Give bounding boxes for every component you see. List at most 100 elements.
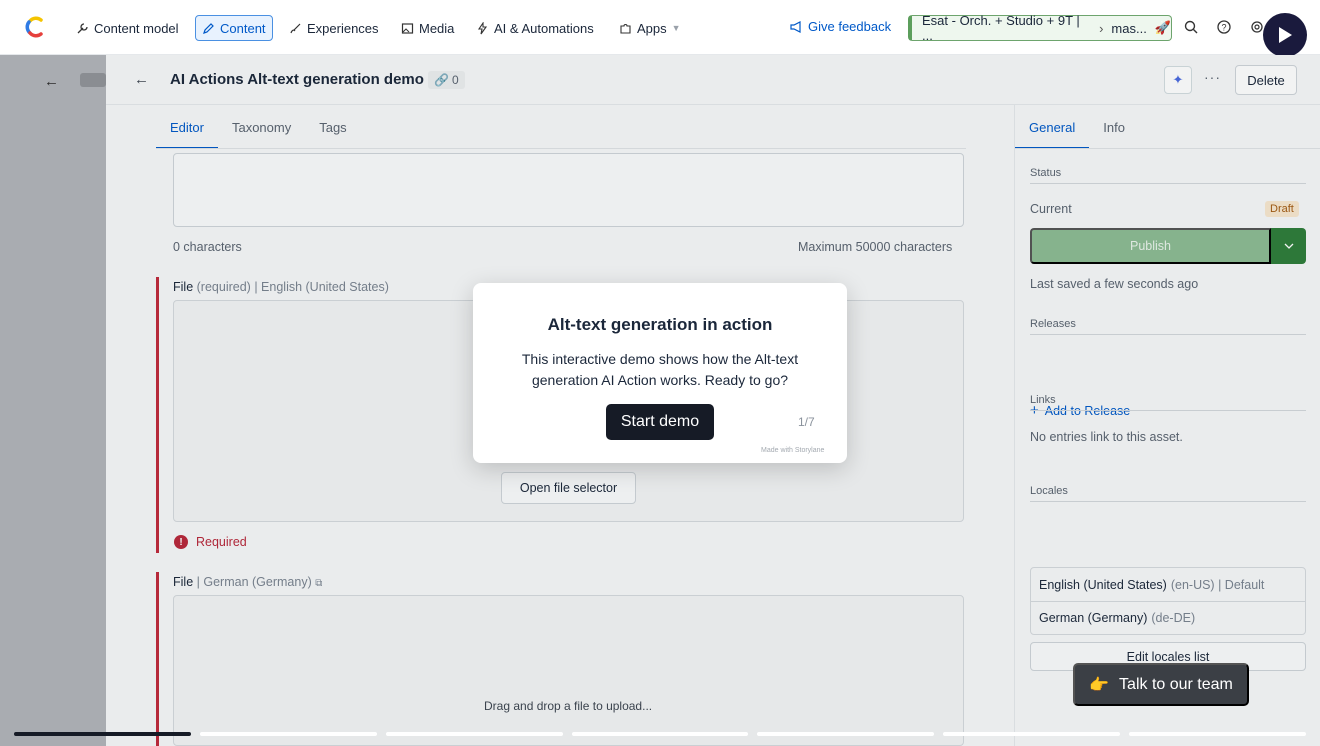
tabs-divider <box>156 148 966 149</box>
locale-label: German (Germany) <box>203 575 312 589</box>
file-dropzone-de[interactable] <box>173 595 964 746</box>
tab-taxonomy[interactable]: Taxonomy <box>218 109 305 149</box>
play-icon <box>1279 27 1292 43</box>
background-page: ← <box>0 55 106 746</box>
demo-progress-bar <box>14 732 1307 736</box>
contentful-logo-icon[interactable] <box>24 16 46 38</box>
start-demo-button[interactable]: Start demo <box>606 404 714 440</box>
locale-detail: (de-DE) <box>1151 611 1196 625</box>
locale-detail: (en-US) | Default <box>1170 577 1265 592</box>
required-label: (required) <box>196 280 251 294</box>
tab-general[interactable]: General <box>1015 109 1090 149</box>
text-field-input[interactable] <box>173 153 964 227</box>
entry-header: ← AI Actions Alt-text generation demo 🔗 … <box>106 55 1320 105</box>
nav-media[interactable]: Media <box>395 15 460 41</box>
locale-label: English (United States) <box>261 280 389 294</box>
sidebar-tabs: General Info <box>1015 109 1139 149</box>
modal-title: Alt-text generation in action <box>547 315 773 334</box>
character-limit: Maximum 50000 characters <box>798 240 953 254</box>
releases-heading: Releases <box>1030 318 1306 335</box>
drag-drop-hint: Drag and drop a file to upload... <box>484 699 653 713</box>
feedback-label: Give feedback <box>808 19 892 34</box>
file-field-label-en: File (required) | English (United States… <box>173 280 389 294</box>
link-icon: 🔗 <box>434 73 449 87</box>
progress-segment[interactable] <box>757 732 935 736</box>
progress-segment[interactable] <box>14 732 191 736</box>
links-heading: Links <box>1030 394 1306 411</box>
error-icon: ! <box>174 535 188 549</box>
tab-tags[interactable]: Tags <box>305 109 360 149</box>
chevron-right-icon: › <box>1099 20 1104 36</box>
locale-name: German (Germany) <box>1039 611 1148 625</box>
demo-play-button[interactable] <box>1263 13 1307 57</box>
error-text: Required <box>196 535 247 549</box>
lightning-icon <box>477 21 488 34</box>
nav-experiences[interactable]: Experiences <box>283 15 385 41</box>
locale-item: German (Germany) (de-DE) <box>1031 601 1305 634</box>
chevron-down-icon <box>1284 243 1293 249</box>
wrench-icon <box>77 22 88 33</box>
last-saved-text: Last saved a few seconds ago <box>1030 277 1199 291</box>
nav-content[interactable]: Content <box>195 15 273 41</box>
link-count: 0 <box>451 73 459 87</box>
environment-name: Esat - Orch. + Studio + 9T | ... <box>922 13 1080 43</box>
nav-ai-automations[interactable]: AI & Automations <box>470 15 600 41</box>
required-field-marker <box>156 277 159 553</box>
progress-segment[interactable] <box>199 732 377 736</box>
help-icon[interactable]: ? <box>1216 19 1232 35</box>
rocket-icon: 🚀 <box>1154 20 1171 35</box>
translate-icon: ⧉ <box>315 578 323 589</box>
locales-heading: Locales <box>1030 485 1306 502</box>
talk-label: Talk to our team <box>1119 675 1233 693</box>
delete-button[interactable]: Delete <box>1235 65 1297 95</box>
step-counter: 1/7 <box>798 415 815 429</box>
nav-label: Media <box>419 20 455 36</box>
give-feedback-link[interactable]: Give feedback <box>790 19 891 34</box>
puzzle-icon <box>620 23 631 34</box>
nav-label: Experiences <box>307 20 379 36</box>
open-file-selector-button[interactable]: Open file selector <box>501 472 636 504</box>
environment-switcher[interactable]: Esat - Orch. + Studio + 9T | ... › mas..… <box>908 13 1172 43</box>
status-badge: Draft <box>1265 201 1299 217</box>
nav-label: Content <box>220 20 266 36</box>
sidebar-tabs-divider <box>1015 148 1320 149</box>
nav-content-model[interactable]: Content model <box>70 15 185 41</box>
references-badge[interactable]: 🔗 0 <box>428 71 465 89</box>
back-arrow-icon[interactable]: ← <box>134 71 149 88</box>
made-with-credit[interactable]: Made with Storylane <box>761 447 824 454</box>
back-arrow-icon: ← <box>44 73 59 90</box>
progress-segment[interactable] <box>943 732 1121 736</box>
field-marker <box>156 572 159 746</box>
talk-to-team-button[interactable]: 👉 Talk to our team <box>1073 663 1249 706</box>
locale-name: English (United States) <box>1039 577 1167 592</box>
entry-sidebar: General Info Status Current Draft Publis… <box>1014 105 1320 746</box>
nav-label: Apps <box>637 20 667 36</box>
progress-segment[interactable] <box>385 732 563 736</box>
demo-intro-modal: Alt-text generation in action This inter… <box>473 283 847 463</box>
field-name: File <box>173 280 194 294</box>
tab-info[interactable]: Info <box>1089 109 1139 149</box>
locale-item: English (United States) (en-US) | Defaul… <box>1031 568 1305 601</box>
sparkle-icon: ✦ <box>1172 72 1184 87</box>
publish-options-button[interactable] <box>1271 228 1306 264</box>
tab-editor[interactable]: Editor <box>156 109 218 149</box>
environment-branch: mas... <box>1111 20 1147 36</box>
locales-list: English (United States) (en-US) | Defaul… <box>1030 567 1306 635</box>
megaphone-icon <box>790 20 801 33</box>
editor-tabs: Editor Taxonomy Tags <box>156 109 361 149</box>
modal-body: This interactive demo shows how the Alt-… <box>521 351 799 388</box>
progress-segment[interactable] <box>1129 732 1307 736</box>
search-icon[interactable] <box>1183 19 1199 35</box>
pencil-icon <box>203 22 214 34</box>
brush-icon <box>290 23 301 33</box>
ai-actions-button[interactable]: ✦ <box>1164 66 1192 94</box>
nav-label: AI & Automations <box>494 20 594 36</box>
nav-label: Content model <box>94 20 179 36</box>
field-name: File <box>173 575 194 589</box>
current-label: Current <box>1030 202 1072 216</box>
more-options-icon[interactable]: ··· <box>1204 69 1221 85</box>
top-navigation: Content model Content Experiences Media … <box>0 0 1320 57</box>
progress-segment[interactable] <box>571 732 749 736</box>
nav-apps[interactable]: Apps ▼ <box>613 15 687 41</box>
publish-button[interactable]: Publish <box>1030 228 1271 264</box>
